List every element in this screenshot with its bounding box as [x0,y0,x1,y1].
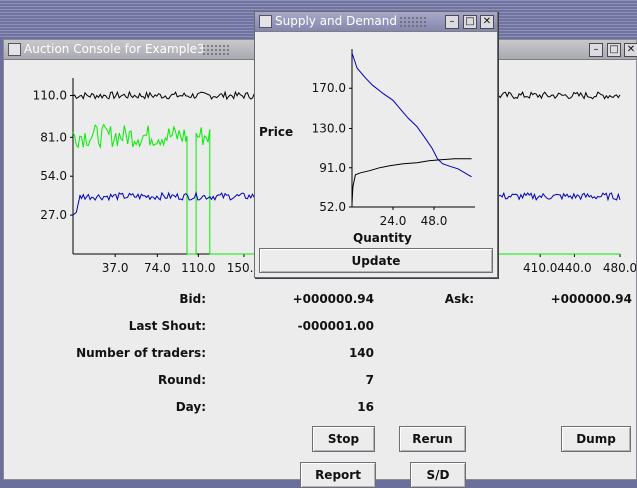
sd-series-line-0 [351,52,472,178]
sd-y-tick-label: 170.0 [312,81,346,95]
bid-label: Bid: [179,292,206,306]
sd-y-axis-label: Price [259,125,293,139]
x-tick-label: 74.0 [144,261,171,275]
x-tick-label: 410.0 [523,261,557,275]
round-label: Round: [158,373,206,387]
sd-y-tick-label: 52.0 [319,200,346,214]
sd-x-tick-label: 24.0 [380,214,407,228]
round-value: 7 [365,373,374,387]
y-tick-label: 81.0 [40,130,67,144]
sd-series-line-1 [351,158,472,205]
y-tick-label: 27.0 [40,208,67,222]
sd-x-axis-label: Quantity [353,231,412,245]
day-label: Day: [175,400,206,414]
last-shout-label: Last Shout: [128,319,206,333]
x-tick-label: 37.0 [102,261,129,275]
traders-label: Number of traders: [76,346,206,360]
bid-value: +000000.94 [292,292,374,306]
ask-value: +000000.94 [550,292,632,306]
stop-button[interactable]: Stop [312,426,375,452]
supply-demand-chart: 170.0 130.0 91.0 52.0 24.0 48.0 Price Quantity [259,49,475,245]
dump-button[interactable]: Dump [561,426,631,452]
traders-value: 140 [348,346,374,360]
rerun-button[interactable]: Rerun [399,426,466,452]
update-button[interactable]: Update [259,248,493,273]
sd-y-tick-label: 130.0 [312,122,346,136]
sd-button[interactable]: S/D [410,462,466,488]
y-tick-label: 54.0 [40,169,67,183]
supply-demand-window: Supply and Demand – □ ✕ 170.0 130.0 91.0 52… [254,11,498,278]
day-value: 16 [357,400,374,414]
y-tick-label: 110.0 [33,89,67,103]
report-button[interactable]: Report [300,462,376,488]
x-tick-label: 110.0 [181,261,215,275]
last-shout-value: -000001.00 [297,319,374,333]
sd-x-tick-label: 48.0 [421,214,448,228]
x-tick-label: 480.0 [603,261,636,275]
ask-label: Ask: [444,292,474,306]
sd-y-tick-label: 91.0 [319,161,346,175]
x-tick-label: 440.0 [557,261,591,275]
